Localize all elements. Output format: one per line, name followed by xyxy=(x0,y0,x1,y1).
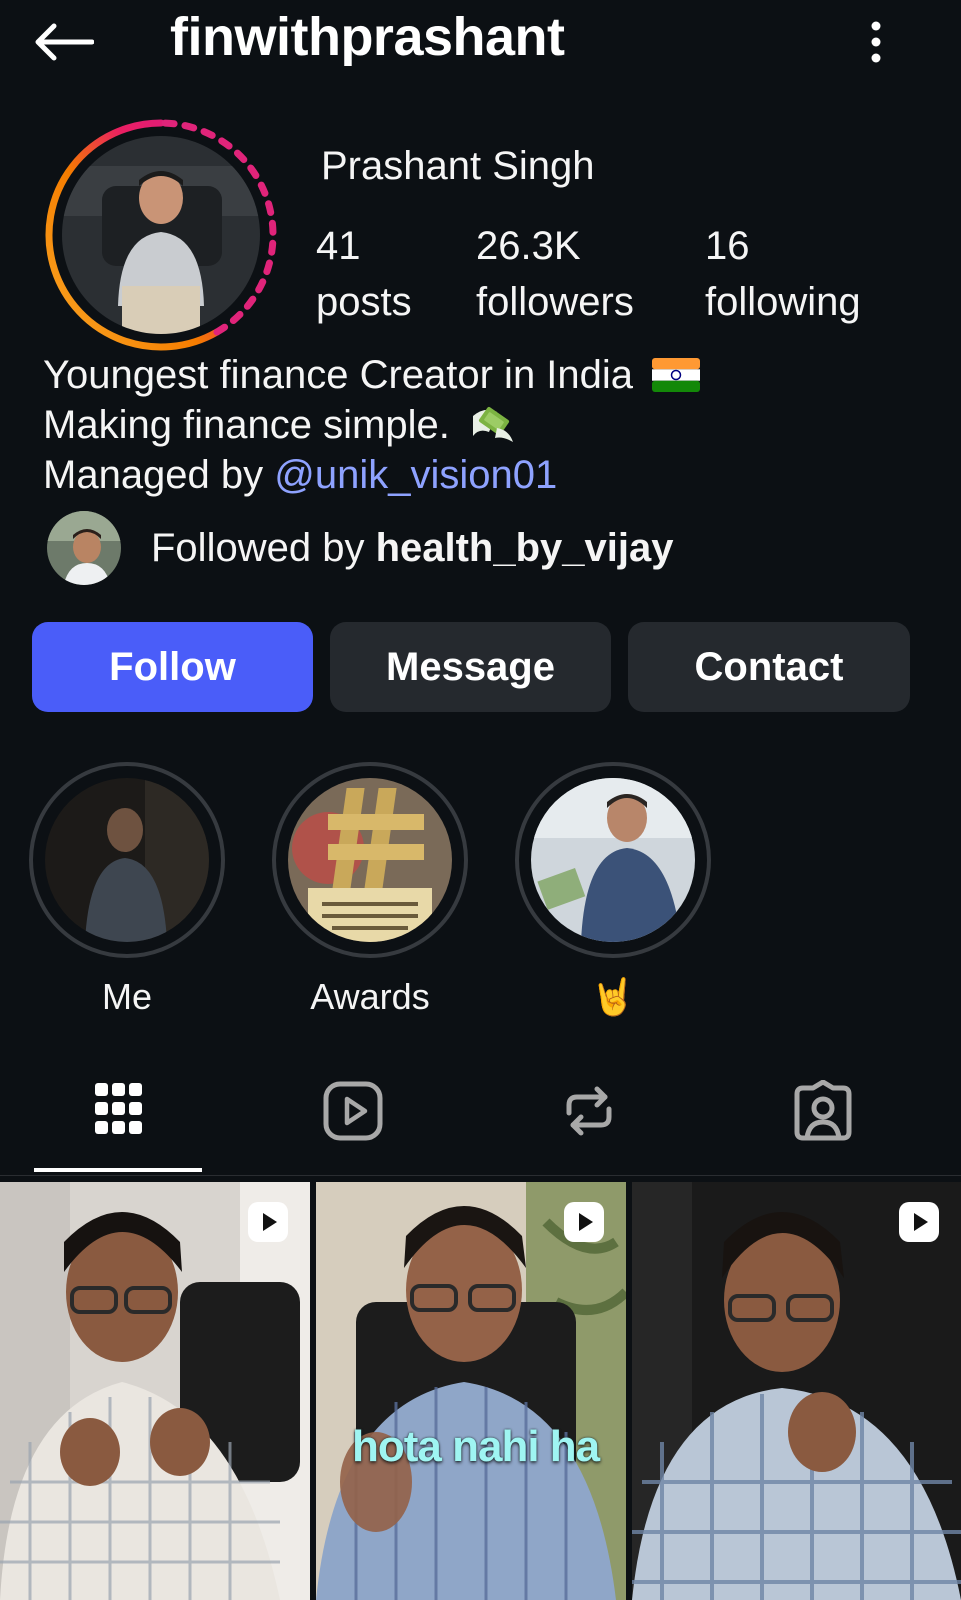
grid-icon xyxy=(95,1083,142,1134)
more-options-button[interactable] xyxy=(856,14,896,70)
posts-label: posts xyxy=(316,280,412,324)
reel-icon xyxy=(248,1202,288,1242)
highlight-awards[interactable]: Awards xyxy=(272,762,468,1018)
active-tab-indicator xyxy=(34,1168,202,1172)
arrow-left-icon xyxy=(35,23,94,61)
following-count: 16 xyxy=(705,224,750,268)
highlight-ring xyxy=(515,762,711,958)
followers-count: 26.3K xyxy=(476,224,581,268)
followers-label: followers xyxy=(476,280,634,324)
tab-reposts[interactable] xyxy=(554,1076,624,1146)
bio-line-1: Youngest finance Creator in India xyxy=(43,353,634,397)
following-label: following xyxy=(705,280,861,324)
profile-avatar[interactable] xyxy=(42,116,280,354)
highlight-label: Me xyxy=(101,976,152,1017)
reels-icon xyxy=(323,1081,383,1141)
reposts-icon xyxy=(566,1086,612,1136)
money-with-wings-icon xyxy=(472,406,513,442)
following-stat[interactable]: 16 following xyxy=(705,218,861,330)
message-button[interactable]: Message xyxy=(330,622,611,712)
posts-count: 41 xyxy=(316,224,361,268)
tab-tagged[interactable] xyxy=(788,1076,858,1146)
highlight-ring xyxy=(29,762,225,958)
reel-icon xyxy=(899,1202,939,1242)
post-thumbnail[interactable] xyxy=(0,1182,310,1600)
tab-reels[interactable] xyxy=(318,1076,388,1146)
highlight-cover xyxy=(288,778,452,942)
highlight-cover xyxy=(531,778,695,942)
bio-line-3-prefix: Managed by xyxy=(43,453,264,497)
profile-bio: Youngest finance Creator in India Making… xyxy=(43,350,701,500)
highlight-label: 🤘 xyxy=(590,976,636,1017)
followed-by-row[interactable]: Followed by health_by_vijay xyxy=(45,508,674,588)
highlight-label: Awards xyxy=(310,976,430,1017)
follow-button[interactable]: Follow xyxy=(32,622,313,712)
india-flag-icon xyxy=(652,358,701,392)
mutual-follower-name: health_by_vijay xyxy=(375,525,674,570)
followed-by-prefix: Followed by xyxy=(151,525,365,570)
tab-posts-grid[interactable] xyxy=(83,1076,153,1146)
top-bar: finwithprashant xyxy=(0,0,961,84)
bio-line-2: Making finance simple. xyxy=(43,403,450,447)
post-caption-overlay: hota nahi ha xyxy=(352,1422,600,1471)
highlight-ring xyxy=(272,762,468,958)
posts-grid: hota nahi ha xyxy=(0,1182,961,1600)
highlight-cover xyxy=(45,778,209,942)
avatar-photo xyxy=(62,136,260,334)
highlight-rock-on[interactable]: 🤘 xyxy=(515,762,711,1018)
contact-button[interactable]: Contact xyxy=(628,622,910,712)
mutual-follower-avatar xyxy=(45,509,123,587)
profile-username: finwithprashant xyxy=(170,7,565,67)
profile-tabs xyxy=(0,1058,961,1176)
managed-by-mention-link[interactable]: @unik_vision01 xyxy=(274,453,557,497)
post-thumbnail[interactable]: hota nahi ha xyxy=(316,1182,626,1600)
followers-stat[interactable]: 26.3K followers xyxy=(476,218,634,330)
followed-by-text: Followed by health_by_vijay xyxy=(151,526,674,571)
display-name: Prashant Singh xyxy=(321,144,595,188)
highlight-me[interactable]: Me xyxy=(29,762,225,1018)
back-button[interactable] xyxy=(30,14,96,70)
posts-stat[interactable]: 41 posts xyxy=(316,218,412,330)
kebab-menu-icon xyxy=(871,21,881,63)
reel-icon xyxy=(564,1202,604,1242)
tagged-icon xyxy=(794,1080,852,1141)
post-thumbnail[interactable] xyxy=(632,1182,961,1600)
